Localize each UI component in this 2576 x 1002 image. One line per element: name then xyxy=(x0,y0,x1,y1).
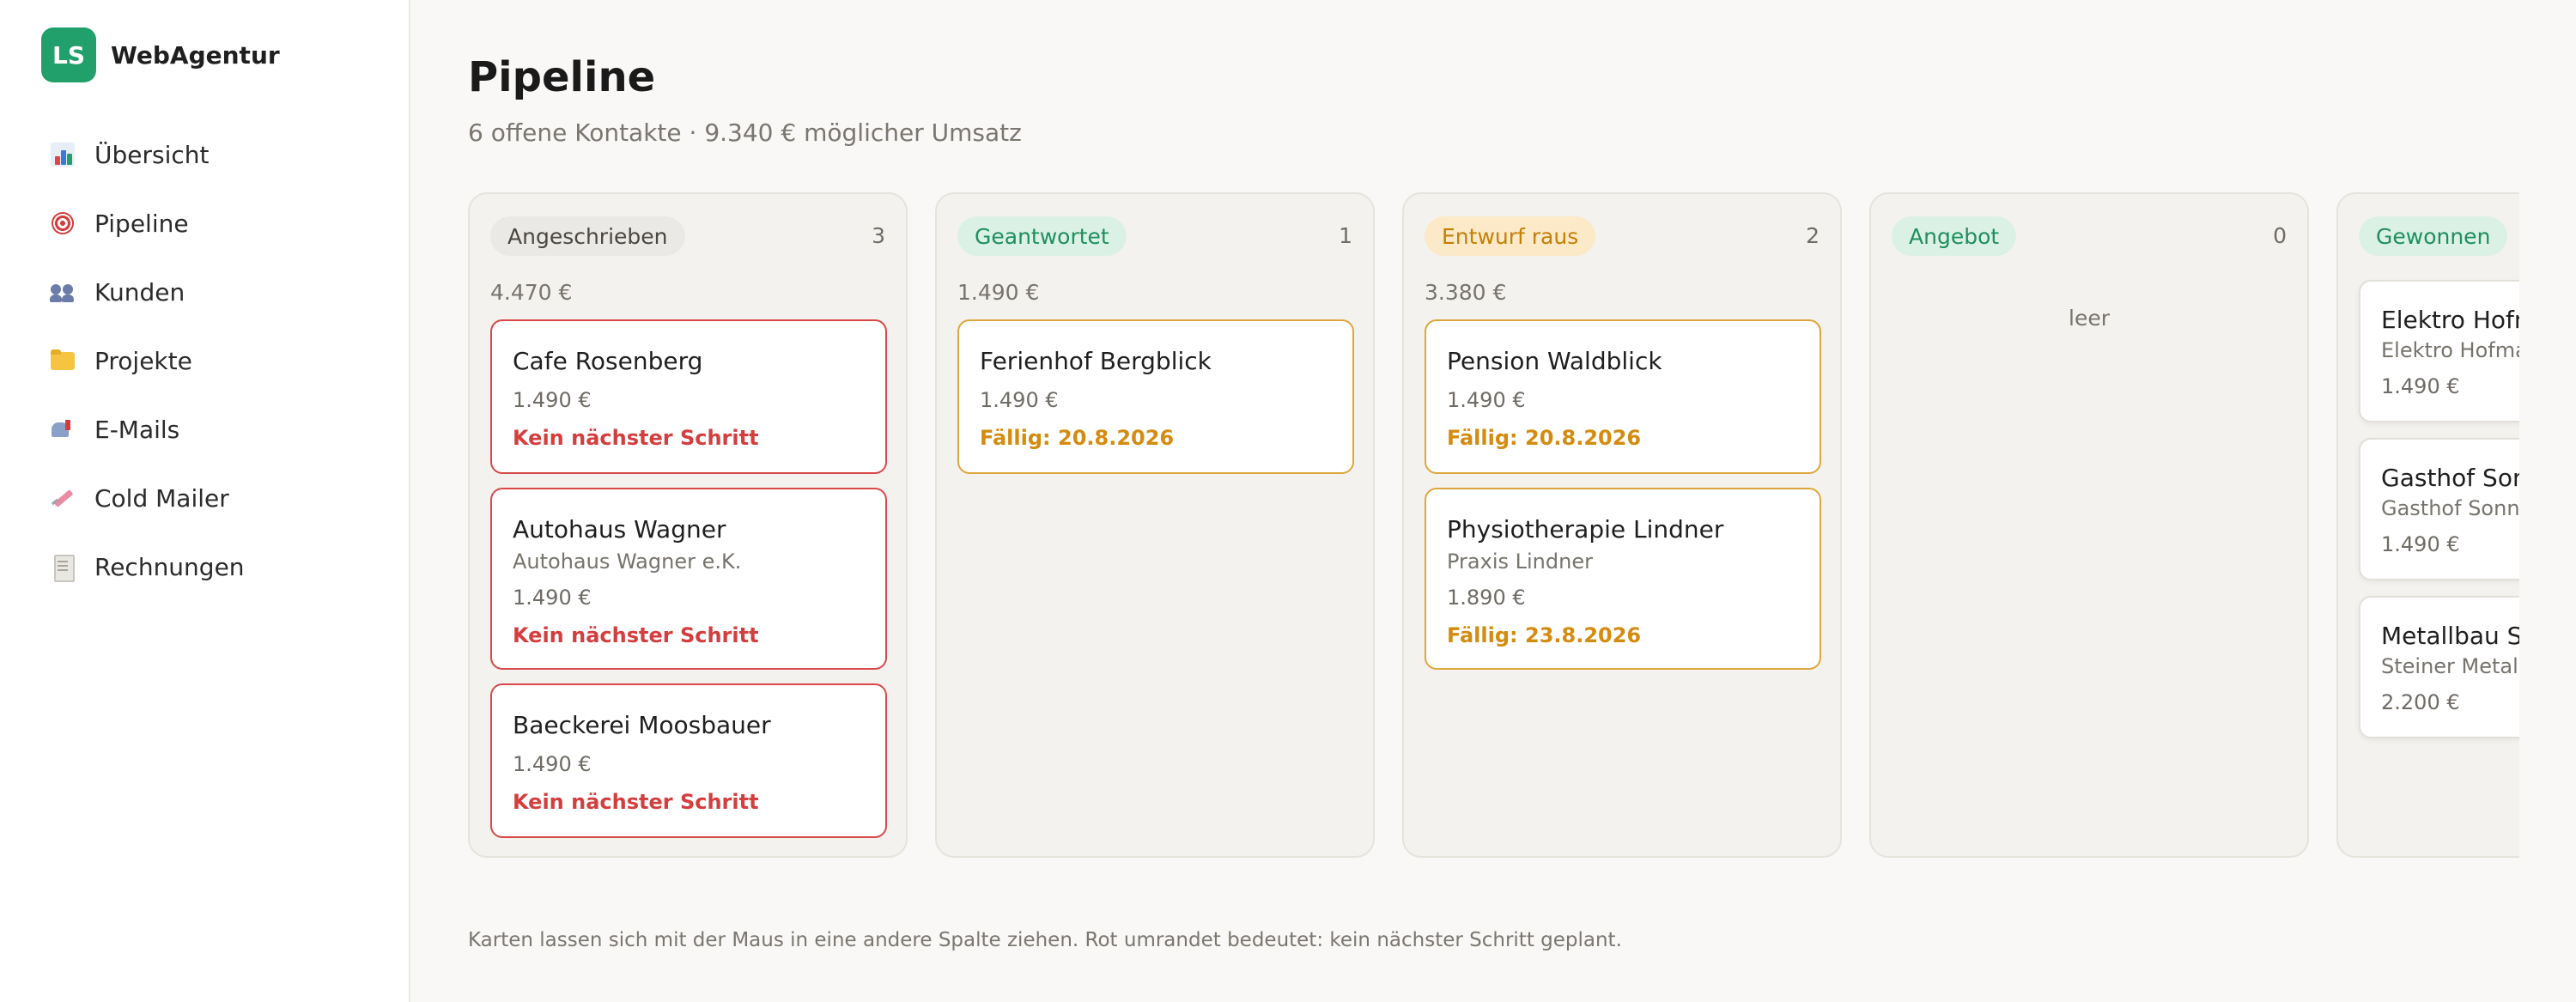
receipt-icon xyxy=(50,554,76,582)
column-entwurf-raus[interactable]: Entwurf raus 2 3.380 € Pension Waldblick… xyxy=(1402,192,1842,858)
card-title: Baeckerei Moosbauer xyxy=(513,711,771,739)
sidebar-nav: Übersicht Pipeline Kunden Projekte E-Mai… xyxy=(34,120,378,601)
sidebar: LS WebAgentur Übersicht Pipeline Kunden … xyxy=(0,0,410,1002)
card-status: Fällig: 20.8.2026 xyxy=(1447,426,1642,450)
deal-card[interactable]: Metallbau Steiner Steiner Metallbau 2.20… xyxy=(2359,596,2519,738)
column-badge: Gewonnen xyxy=(2359,216,2508,256)
card-title: Metallbau Steiner xyxy=(2381,622,2519,650)
sidebar-item-emails[interactable]: E-Mails xyxy=(34,395,378,464)
card-amount: 1.490 € xyxy=(1447,388,1526,412)
card-amount: 1.490 € xyxy=(513,586,592,610)
kanban-board: Angeschrieben 3 4.470 € Cafe Rosenberg 1… xyxy=(468,192,2519,862)
card-title: Pension Waldblick xyxy=(1447,347,1662,375)
card-amount: 1.490 € xyxy=(2381,374,2460,398)
column-empty-text: leer xyxy=(2069,306,2110,331)
sidebar-item-cold-mailer[interactable]: Cold Mailer xyxy=(34,464,378,532)
column-geantwortet[interactable]: Geantwortet 1 1.490 € Ferienhof Bergblic… xyxy=(935,192,1375,858)
card-amount: 2.200 € xyxy=(2381,690,2460,714)
column-header: Entwurf raus 2 xyxy=(1425,216,1820,256)
deal-card[interactable]: Gasthof Sonne Gasthof Sonne 1.490 € xyxy=(2359,438,2519,580)
sidebar-item-label: Kunden xyxy=(94,277,185,307)
footer-note: Karten lassen sich mit der Maus in eine … xyxy=(468,929,1622,951)
column-count: 0 xyxy=(2273,223,2287,248)
deal-card[interactable]: Elektro Hofmann Elektro Hofmann 1.490 € xyxy=(2359,280,2519,422)
column-count: 2 xyxy=(1806,223,1820,248)
syringe-icon xyxy=(50,485,76,511)
sidebar-item-projekte[interactable]: Projekte xyxy=(34,326,378,395)
card-subtitle: Autohaus Wagner e.K. xyxy=(513,550,742,574)
column-sum: 1.490 € xyxy=(957,280,1040,305)
column-header: Angeschrieben 3 xyxy=(490,216,885,256)
page-title: Pipeline xyxy=(468,53,656,101)
column-gewonnen[interactable]: Gewonnen Elektro Hofmann Elektro Hofmann… xyxy=(2336,192,2519,858)
card-title: Ferienhof Bergblick xyxy=(980,347,1212,375)
card-title: Elektro Hofmann xyxy=(2381,306,2519,334)
brand-name: WebAgentur xyxy=(111,40,280,70)
card-status: Kein nächster Schritt xyxy=(513,790,759,814)
column-angebot[interactable]: Angebot 0 leer xyxy=(1869,192,2309,858)
bar-chart-icon xyxy=(50,142,76,167)
people-icon xyxy=(50,279,76,305)
deal-card[interactable]: Baeckerei Moosbauer 1.490 € Kein nächste… xyxy=(490,683,887,838)
deal-card[interactable]: Autohaus Wagner Autohaus Wagner e.K. 1.4… xyxy=(490,488,887,670)
column-angeschrieben[interactable]: Angeschrieben 3 4.470 € Cafe Rosenberg 1… xyxy=(468,192,908,858)
sidebar-item-label: Cold Mailer xyxy=(94,483,229,513)
mailbox-icon xyxy=(50,416,76,442)
column-badge: Entwurf raus xyxy=(1425,216,1596,256)
card-subtitle: Gasthof Sonne xyxy=(2381,496,2519,520)
column-count: 1 xyxy=(1339,223,1352,248)
card-subtitle: Praxis Lindner xyxy=(1447,550,1593,574)
sidebar-item-label: Projekte xyxy=(94,346,192,375)
sidebar-item-label: Rechnungen xyxy=(94,552,245,581)
card-amount: 1.490 € xyxy=(513,752,592,776)
deal-card[interactable]: Ferienhof Bergblick 1.490 € Fällig: 20.8… xyxy=(957,319,1354,474)
card-subtitle: Steiner Metallbau xyxy=(2381,654,2519,678)
deal-card[interactable]: Cafe Rosenberg 1.490 € Kein nächster Sch… xyxy=(490,319,887,474)
deal-card[interactable]: Pension Waldblick 1.490 € Fällig: 20.8.2… xyxy=(1425,319,1821,474)
column-header: Angebot 0 xyxy=(1892,216,2287,256)
column-sum: 3.380 € xyxy=(1425,280,1507,305)
card-amount: 1.490 € xyxy=(980,388,1059,412)
column-badge: Angeschrieben xyxy=(490,216,685,256)
card-status: Kein nächster Schritt xyxy=(513,426,759,450)
sidebar-item-label: Übersicht xyxy=(94,140,210,169)
column-header: Gewonnen xyxy=(2359,216,2519,256)
sidebar-item-rechnungen[interactable]: Rechnungen xyxy=(34,532,378,601)
card-amount: 1.890 € xyxy=(1447,586,1526,610)
card-amount: 1.490 € xyxy=(2381,532,2460,556)
column-header: Geantwortet 1 xyxy=(957,216,1352,256)
column-count: 3 xyxy=(872,223,885,248)
card-status: Kein nächster Schritt xyxy=(513,623,759,647)
deal-card[interactable]: Physiotherapie Lindner Praxis Lindner 1.… xyxy=(1425,488,1821,670)
card-amount: 1.490 € xyxy=(513,388,592,412)
card-status: Fällig: 23.8.2026 xyxy=(1447,623,1642,647)
card-title: Physiotherapie Lindner xyxy=(1447,515,1724,544)
card-status: Fällig: 20.8.2026 xyxy=(980,426,1175,450)
page-subtitle: 6 offene Kontakte · 9.340 € möglicher Um… xyxy=(468,118,1022,147)
brand-logo: LS xyxy=(41,27,96,82)
sidebar-item-kunden[interactable]: Kunden xyxy=(34,258,378,326)
sidebar-item-uebersicht[interactable]: Übersicht xyxy=(34,120,378,189)
brand[interactable]: LS WebAgentur xyxy=(41,27,280,82)
card-title: Autohaus Wagner xyxy=(513,515,726,544)
column-badge: Geantwortet xyxy=(957,216,1127,256)
card-title: Gasthof Sonne xyxy=(2381,464,2519,492)
sidebar-item-label: Pipeline xyxy=(94,209,189,238)
sidebar-item-pipeline[interactable]: Pipeline xyxy=(34,189,378,258)
column-sum: 4.470 € xyxy=(490,280,573,305)
card-subtitle: Elektro Hofmann xyxy=(2381,338,2519,362)
target-icon xyxy=(50,210,76,236)
column-badge: Angebot xyxy=(1892,216,2017,256)
main-content: Pipeline 6 offene Kontakte · 9.340 € mög… xyxy=(410,0,2576,1002)
folder-icon xyxy=(50,348,76,373)
sidebar-item-label: E-Mails xyxy=(94,415,180,444)
card-title: Cafe Rosenberg xyxy=(513,347,703,375)
